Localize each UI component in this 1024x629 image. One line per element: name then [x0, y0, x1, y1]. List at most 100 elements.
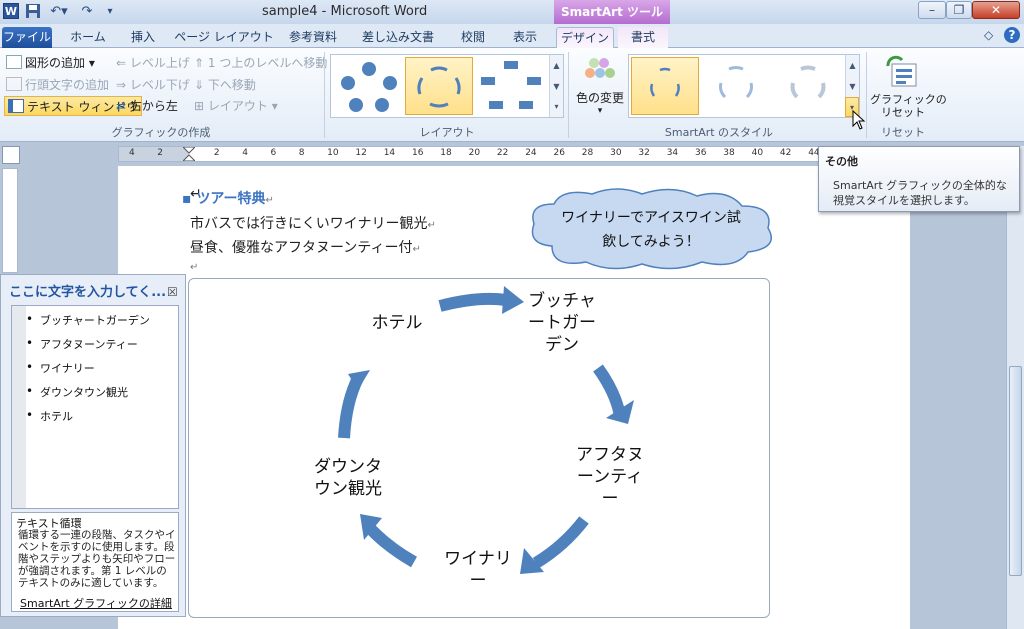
dropdown-icon: ▾	[597, 106, 603, 116]
maximize-button[interactable]: ❐	[946, 1, 972, 19]
layout-button[interactable]: ⊞ レイアウト ▾	[194, 96, 278, 116]
customize-qat-icon[interactable]: ▾	[104, 3, 116, 21]
undo-icon[interactable]: ↶▾	[48, 3, 70, 21]
redo-icon[interactable]: ↷	[78, 3, 96, 21]
layout-description: テキスト循環 循環する一連の段階、タスクやイベントを示すのに使用します。段階やス…	[11, 512, 179, 612]
tab-insert[interactable]: 挿入	[120, 27, 166, 48]
promote-button[interactable]: ⇐ レベル上げ	[116, 53, 190, 73]
layout-option-basic-cycle[interactable]	[335, 57, 403, 115]
smartart-node-downtown[interactable]: ダウンタ ウン観光	[300, 456, 396, 500]
style-option-moderate[interactable]	[775, 57, 843, 115]
doc-line-2: 昼食、優雅なアフタヌーンティー付↵	[190, 240, 421, 256]
tab-home[interactable]: ホーム	[60, 27, 116, 48]
cycle-arrow-3[interactable]	[532, 516, 589, 569]
minimize-button[interactable]: –	[918, 1, 946, 19]
tab-file[interactable]: ファイル	[2, 27, 52, 48]
smartart-node-hotel[interactable]: ホテル	[362, 312, 432, 334]
title-bar: W ↶▾ ↷ ▾ sample4 - Microsoft Word SmartA…	[0, 0, 1024, 24]
ruler-number: 32	[638, 148, 650, 158]
tab-format[interactable]: 書式	[618, 27, 668, 48]
list-item[interactable]: ダウンタウン観光	[26, 384, 128, 400]
list-item[interactable]: アフタヌーンティー	[26, 336, 138, 352]
smartart-node-afternoon-tea[interactable]: アフタヌ ーンティ ー	[560, 444, 660, 510]
smartart-tools-group-label: SmartArt ツール	[554, 0, 670, 24]
tooltip-body: SmartArt グラフィックの全体的な視覚スタイルを選択します。	[833, 179, 1007, 207]
style-option-subtle[interactable]	[703, 57, 771, 115]
tab-references[interactable]: 参考資料	[280, 27, 346, 48]
mouse-pointer-icon	[852, 110, 866, 130]
group-separator	[866, 52, 867, 138]
text-pane-stripe	[12, 306, 26, 508]
arrow-right-icon: ⇒	[116, 78, 127, 92]
demote-button[interactable]: ⇒ レベル下げ	[116, 75, 190, 95]
tab-review[interactable]: 校閲	[450, 27, 496, 48]
style-scroll-down[interactable]: ▼	[845, 76, 859, 97]
ruler-number: 22	[496, 148, 509, 158]
ruler-number: 6	[270, 148, 277, 158]
ruler-number: 4	[242, 148, 248, 158]
cycle-arrow-5[interactable]	[338, 375, 364, 439]
list-item[interactable]: ブッチャートガーデン	[26, 312, 150, 328]
tab-selector-icon[interactable]	[2, 146, 20, 164]
layout-option-block-cycle[interactable]	[477, 57, 545, 115]
tooltip: その他 SmartArt グラフィックの全体的な視覚スタイルを選択します。	[818, 146, 1020, 212]
group-label-reset: リセット	[881, 126, 925, 139]
ruler-number: 26	[553, 148, 565, 158]
add-shape-button[interactable]: 図形の追加 ▾	[6, 53, 95, 73]
text-pane-list[interactable]: ブッチャートガーデン アフタヌーンティー ワイナリー ダウンタウン観光 ホテル	[11, 305, 179, 509]
doc-line-1: 市バスでは行きにくいワイナリー観光↵	[190, 216, 436, 232]
cycle-arrow-4[interactable]	[363, 521, 418, 568]
style-scroll-up[interactable]: ▲	[845, 55, 859, 76]
vertical-scrollbar[interactable]	[1006, 146, 1024, 629]
group-separator	[324, 52, 325, 138]
ribbon-tabs: ファイル ホーム 挿入 ページ レイアウト 参考資料 差し込み文書 校閲 表示 …	[0, 24, 1024, 48]
help-icon[interactable]: ?	[1004, 27, 1020, 43]
ruler-number: 20	[468, 148, 481, 158]
doc-heading: ▪ ツアー特典↵	[182, 191, 274, 207]
gallery-scroll-down[interactable]: ▼	[549, 76, 563, 97]
style-option-simple[interactable]	[631, 57, 699, 115]
palette-icon	[585, 58, 615, 78]
tab-mailings[interactable]: 差し込み文書	[350, 27, 446, 48]
move-up-button[interactable]: ⇑ 1 つ上のレベルへ移動	[194, 53, 327, 73]
arrow-left-icon: ⇐	[116, 56, 127, 70]
ruler-number: 16	[412, 148, 424, 158]
right-to-left-button[interactable]: ⇄ 右から左	[116, 96, 178, 116]
ruler-number: 40	[751, 148, 764, 158]
cycle-arrow-1[interactable]	[438, 292, 507, 312]
close-icon[interactable]: ☒	[167, 285, 178, 299]
ruler-number: 28	[581, 148, 594, 158]
horizontal-ruler: 4 2 2 4 6 8 10 12 14 16 18 20 22 24 26 28 30 32 34 36 38 40 42…	[118, 146, 910, 162]
smartart-text-pane: ここに文字を入力してく... ☒ ブッチャートガーデン アフタヌーンティー ワイ…	[0, 274, 186, 617]
save-icon[interactable]	[24, 3, 42, 21]
arrow-down-icon: ⇓	[194, 78, 205, 92]
minimize-ribbon-icon[interactable]: ◇	[984, 28, 993, 42]
list-item[interactable]: ワイナリー	[26, 360, 95, 376]
tooltip-title: その他	[825, 155, 858, 168]
swap-icon: ⇄	[116, 99, 127, 113]
cycle-arrow-2[interactable]	[593, 364, 626, 418]
change-colors-button[interactable]: 色の変更 ▾	[574, 54, 626, 118]
tab-design[interactable]: デザイン	[556, 27, 614, 48]
ruler-number: 2	[157, 148, 164, 158]
gallery-more-button[interactable]: ▾	[549, 97, 563, 117]
word-app-icon[interactable]: W	[3, 3, 19, 19]
scrollbar-thumb[interactable]	[1009, 366, 1022, 576]
smartart-details-link[interactable]: SmartArt グラフィックの詳細	[20, 595, 172, 611]
layout-option-text-cycle[interactable]	[405, 57, 473, 115]
smartart-node-winery[interactable]: ワイナリ ー	[428, 548, 528, 592]
indent-marker-icon[interactable]	[181, 146, 197, 162]
layout-gallery: ▲ ▼ ▾	[330, 54, 564, 118]
ruler-number: 30	[610, 148, 622, 158]
tab-view[interactable]: 表示	[502, 27, 548, 48]
move-down-button[interactable]: ⇓ 下へ移動	[194, 75, 256, 95]
cloud-callout-text: ワイナリーでアイスワイン試飲してみよう！	[561, 210, 741, 250]
smartart-node-butchart[interactable]: ブッチャ ートガー デン	[514, 290, 610, 356]
gallery-scroll-up[interactable]: ▲	[549, 55, 563, 76]
add-bullet-button[interactable]: 行頭文字の追加	[6, 75, 109, 95]
reset-graphic-button[interactable]: グラフィックの リセット	[870, 54, 947, 124]
close-button[interactable]: ✕	[972, 1, 1020, 19]
text-pane-icon	[8, 99, 24, 113]
tab-page-layout[interactable]: ページ レイアウト	[172, 27, 276, 48]
list-item[interactable]: ホテル	[26, 408, 73, 424]
